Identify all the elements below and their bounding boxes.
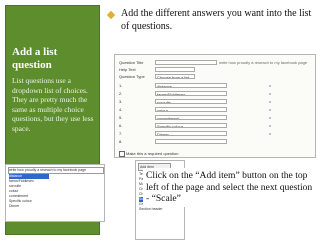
option-number: 2. [119, 91, 123, 96]
option-input[interactable]: Dinner [155, 131, 227, 136]
option-number: 3. [119, 99, 123, 104]
form-screenshot: Question Title write how proudly a resea… [114, 54, 316, 158]
option-input[interactable]: scroulle [155, 99, 227, 104]
delete-icon[interactable]: x [269, 107, 271, 113]
required-checkbox-row[interactable]: Make this a required question [119, 151, 178, 157]
sidebar-body: List questions use a dropdown list of ch… [12, 76, 94, 133]
question-title-input[interactable] [155, 60, 217, 65]
option-number: 7. [119, 131, 123, 136]
add-item-option[interactable]: Section header [139, 207, 167, 212]
option-input[interactable]: colour [155, 107, 227, 112]
option-number: 1. [119, 83, 123, 88]
delete-icon[interactable]: x [269, 123, 271, 129]
dropdown-screenshot: write how proudly a reseach to my facebo… [5, 164, 105, 222]
dropdown-list: distance farms/Fiddlesex scroulle colour… [9, 174, 49, 209]
option-input[interactable]: distance [155, 83, 227, 88]
field-label: Question Title [119, 60, 144, 65]
delete-icon[interactable]: x [269, 99, 271, 105]
delete-icon[interactable]: x [269, 91, 271, 97]
required-label: Make this a required question [126, 151, 179, 157]
option-input[interactable] [155, 139, 227, 144]
bullet-text: Add the different answers you want into … [121, 8, 312, 32]
option-number: 5. [119, 115, 123, 120]
option-input[interactable]: Specific colour [155, 123, 227, 128]
delete-icon[interactable]: x [269, 115, 271, 121]
option-number: 4. [119, 107, 123, 112]
field-label: Help Text [119, 67, 136, 72]
delete-icon[interactable]: x [269, 131, 271, 137]
checkbox[interactable] [119, 151, 125, 157]
question-type-select[interactable]: Choose from a list [155, 74, 195, 79]
delete-icon[interactable]: x [269, 83, 271, 89]
help-text-input[interactable] [155, 67, 195, 72]
dropdown-option[interactable]: Dinner [9, 204, 49, 209]
option-input[interactable]: farms/Fiddlesex [155, 91, 227, 96]
option-number: 6. [119, 123, 123, 128]
option-input[interactable]: commitment [155, 115, 227, 120]
slide: Add a list question List questions use a… [0, 0, 320, 240]
bullet-diamond-icon [106, 10, 116, 20]
field-hint: write how proudly a reseach to my facebo… [219, 60, 308, 65]
option-number: 8. [119, 139, 123, 144]
dropdown-select[interactable]: write how proudly a reseach to my facebo… [8, 167, 104, 174]
field-label: Question Type [119, 74, 145, 79]
sidebar-title: Add a list question [12, 46, 58, 71]
instruction-caption: Click on the “Add item” button on the to… [143, 168, 319, 207]
